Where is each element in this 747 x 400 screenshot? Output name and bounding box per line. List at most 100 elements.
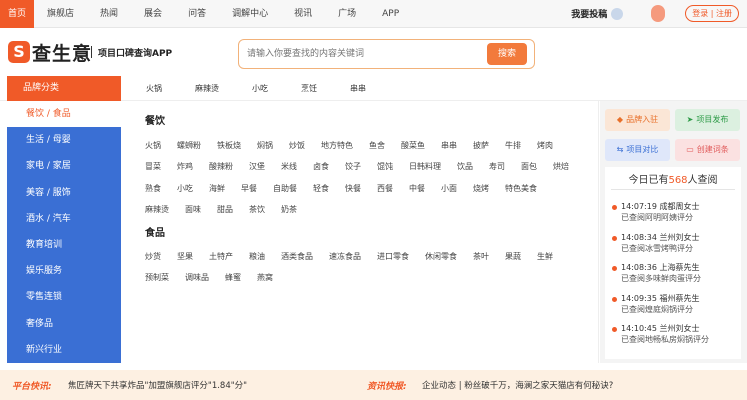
- category-tag[interactable]: 烤肉: [537, 135, 553, 156]
- category-tag[interactable]: 调味品: [185, 267, 209, 288]
- placeholder-button[interactable]: [651, 5, 666, 22]
- brand-join-button[interactable]: ◆ 品牌入驻: [605, 109, 670, 131]
- category-tag[interactable]: 汉堡: [249, 156, 265, 177]
- feed-title: 今日已有568人查阅: [605, 171, 741, 186]
- logo-icon[interactable]: S: [8, 41, 30, 63]
- category-tag[interactable]: 燕窝: [257, 267, 273, 288]
- category-link[interactable]: 麻辣烫: [195, 76, 219, 101]
- sidebar-item-entertainment[interactable]: 娱乐服务: [7, 258, 121, 284]
- sidebar-item-drinks[interactable]: 酒水 / 汽车: [7, 206, 121, 232]
- category-tag[interactable]: 中餐: [409, 178, 425, 199]
- category-tag[interactable]: 茶叶: [473, 246, 489, 267]
- category-tag[interactable]: 自助餐: [273, 178, 297, 199]
- category-tag[interactable]: 饺子: [345, 156, 361, 177]
- nav-mediation[interactable]: 调解中心: [219, 0, 281, 28]
- nav-square[interactable]: 广场: [325, 0, 369, 28]
- category-tag[interactable]: 麻辣烫: [145, 199, 169, 220]
- project-publish-button[interactable]: ➤ 项目发布: [675, 109, 740, 131]
- category-tag[interactable]: 休闲零食: [425, 246, 457, 267]
- category-tag[interactable]: 火锅: [145, 135, 161, 156]
- category-tag[interactable]: 坚果: [177, 246, 193, 267]
- category-tag[interactable]: 烧烤: [473, 178, 489, 199]
- sidebar-item-home[interactable]: 家电 / 家居: [7, 153, 121, 179]
- sidebar-item-luxury[interactable]: 奢侈品: [7, 311, 121, 337]
- category-tag[interactable]: 饮品: [457, 156, 473, 177]
- create-entry-button[interactable]: ▭ 创建词条: [675, 139, 740, 161]
- category-tag[interactable]: 馄饨: [377, 156, 393, 177]
- brand-category-tab[interactable]: 品牌分类: [7, 76, 121, 101]
- category-tag[interactable]: 蜂蜜: [225, 267, 241, 288]
- category-tag[interactable]: 进口零食: [377, 246, 409, 267]
- nav-news[interactable]: 热闻: [87, 0, 131, 28]
- register-link[interactable]: 注册: [716, 9, 732, 18]
- category-tag[interactable]: 奶茶: [281, 199, 297, 220]
- category-tag[interactable]: 速冻食品: [329, 246, 361, 267]
- info-news-text[interactable]: 企业动态 | 粉丝破千万，海澜之家天猫店有何秘诀?: [422, 379, 613, 391]
- project-compare-button[interactable]: ⇆ 项目对比: [605, 139, 670, 161]
- login-link[interactable]: 登录: [692, 9, 708, 18]
- category-tag[interactable]: 焖锅: [257, 135, 273, 156]
- category-tag[interactable]: 面包: [521, 156, 537, 177]
- category-tag[interactable]: 串串: [441, 135, 457, 156]
- post-link[interactable]: 我要投稿: [571, 7, 607, 20]
- auth-button[interactable]: 登录 | 注册: [685, 5, 739, 22]
- category-tag[interactable]: 西餐: [377, 178, 393, 199]
- category-tag[interactable]: 米线: [281, 156, 297, 177]
- nav-expo[interactable]: 展会: [131, 0, 175, 28]
- category-tag[interactable]: 地方特色: [321, 135, 353, 156]
- category-tag[interactable]: 特色美食: [505, 178, 537, 199]
- category-tag[interactable]: 轻食: [313, 178, 329, 199]
- category-tag[interactable]: 小面: [441, 178, 457, 199]
- category-tag[interactable]: 快餐: [345, 178, 361, 199]
- category-tag[interactable]: 鱼舍: [369, 135, 385, 156]
- category-tag[interactable]: 披萨: [473, 135, 489, 156]
- category-tag[interactable]: 炒饭: [289, 135, 305, 156]
- category-tag[interactable]: 炒货: [145, 246, 161, 267]
- category-tag[interactable]: 海鲜: [209, 178, 225, 199]
- category-link[interactable]: 火锅: [146, 76, 162, 101]
- category-tag[interactable]: 粮油: [249, 246, 265, 267]
- category-tag[interactable]: 早餐: [241, 178, 257, 199]
- category-tag[interactable]: 烘焙: [553, 156, 569, 177]
- category-tag[interactable]: 冒菜: [145, 156, 161, 177]
- sidebar-item-life[interactable]: 生活 / 母婴: [7, 127, 121, 153]
- nav-home[interactable]: 首页: [0, 0, 35, 28]
- category-tag[interactable]: 炸鸡: [177, 156, 193, 177]
- sidebar-item-education[interactable]: 教育培训: [7, 232, 121, 258]
- nav-qa[interactable]: 问答: [175, 0, 219, 28]
- sidebar-item-food[interactable]: 餐饮 / 食品: [7, 101, 121, 128]
- category-link[interactable]: 烹饪: [301, 76, 317, 101]
- category-tag[interactable]: 茶饮: [249, 199, 265, 220]
- category-tag[interactable]: 螺蛳粉: [177, 135, 201, 156]
- category-tag[interactable]: 日韩料理: [409, 156, 441, 177]
- category-tag[interactable]: 生鲜: [537, 246, 553, 267]
- category-link[interactable]: 小吃: [252, 76, 268, 101]
- category-tag[interactable]: 面味: [185, 199, 201, 220]
- sidebar-item-retail[interactable]: 零售连锁: [7, 284, 121, 310]
- category-tag[interactable]: 寿司: [489, 156, 505, 177]
- search-button[interactable]: 搜索: [487, 43, 527, 65]
- category-tag[interactable]: 卤食: [313, 156, 329, 177]
- platform-news-text[interactable]: 焦匠牌天下共享炸品"加盟旗舰店评分"1.84"分": [68, 379, 247, 391]
- sidebar-item-emerging[interactable]: 新兴行业: [7, 337, 121, 363]
- category-tag[interactable]: 果蔬: [505, 246, 521, 267]
- category-tag[interactable]: 熟食: [145, 178, 161, 199]
- category-tag[interactable]: 小吃: [177, 178, 193, 199]
- nav-app[interactable]: APP: [369, 0, 412, 28]
- feed-item: 14:08:36 上海蔡先生 已查阅多味鲜肉蛋评分: [611, 262, 741, 293]
- category-tag[interactable]: 酸辣粉: [209, 156, 233, 177]
- category-tag[interactable]: 预制菜: [145, 267, 169, 288]
- logo-text[interactable]: 查生意: [32, 39, 92, 66]
- category-tag[interactable]: 铁板烧: [217, 135, 241, 156]
- sidebar-item-beauty[interactable]: 美容 / 服饰: [7, 180, 121, 206]
- nav-video[interactable]: 视讯: [281, 0, 325, 28]
- nav-flagship[interactable]: 旗舰店: [34, 0, 87, 28]
- category-link[interactable]: 串串: [350, 76, 366, 101]
- search-input[interactable]: [247, 45, 483, 63]
- category-tag[interactable]: 土特产: [209, 246, 233, 267]
- category-tag[interactable]: 酒类食品: [281, 246, 313, 267]
- category-links: 火锅 麻辣烫 小吃 烹饪 串串: [146, 76, 399, 101]
- category-tag[interactable]: 牛排: [505, 135, 521, 156]
- category-tag[interactable]: 酸菜鱼: [401, 135, 425, 156]
- category-tag[interactable]: 甜品: [217, 199, 233, 220]
